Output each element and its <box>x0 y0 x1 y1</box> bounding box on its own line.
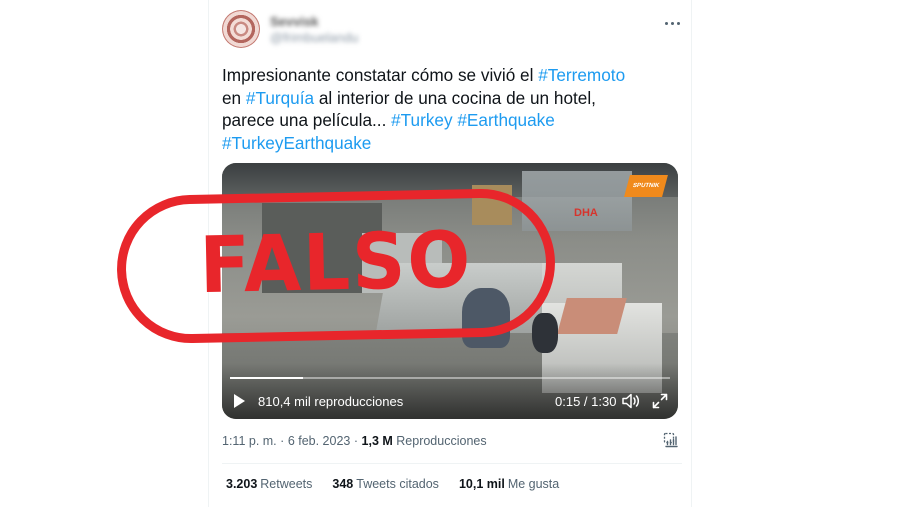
retweets-count: 3.203 <box>226 477 258 491</box>
tweet-views-label: Reproducciones <box>396 434 487 448</box>
user-display-name[interactable]: Sevvisk <box>270 14 318 29</box>
fullscreen-icon[interactable] <box>652 393 668 409</box>
analytics-icon[interactable] <box>663 432 679 448</box>
quote-tweets-stat[interactable]: 348 Tweets citados <box>332 477 439 491</box>
video-views: 810,4 mil reproducciones <box>258 394 404 409</box>
meta-separator: · <box>280 434 285 448</box>
tweet-text-segment: en <box>222 87 246 108</box>
video-time: 0:15 / 1:30 <box>555 394 617 409</box>
avatar[interactable] <box>222 10 260 48</box>
play-icon[interactable] <box>234 394 245 408</box>
tweet-text: Impresionante constatar cómo se vivió el… <box>222 64 682 154</box>
video-frame-person <box>532 313 558 353</box>
tweet-text-segment: parece una película... <box>222 110 392 130</box>
tweet-date[interactable]: 6 feb. 2023 <box>288 434 351 448</box>
retweets-stat[interactable]: 3.203 Retweets <box>226 477 312 491</box>
hashtag-link[interactable]: #Turkey <box>391 110 452 130</box>
retweets-label: Retweets <box>260 477 313 491</box>
tweet-stats: 3.203 Retweets 348 Tweets citados 10,1 mil… <box>226 477 579 491</box>
falso-stamp-label: FALSO <box>198 215 474 311</box>
video-progress-bar[interactable] <box>230 377 670 379</box>
likes-stat[interactable]: 10,1 mil Me gusta <box>459 477 559 491</box>
tweet-time[interactable]: 1:11 p. m. <box>222 434 277 448</box>
dha-watermark: DHA <box>574 207 598 219</box>
tweet-meta: 1:11 p. m. · 6 feb. 2023 · 1,3 M Reprodu… <box>222 434 487 448</box>
user-handle[interactable]: @frimbuelandu <box>270 30 358 45</box>
meta-separator: · <box>353 434 359 448</box>
divider <box>222 463 682 464</box>
hashtag-link[interactable]: #Terremoto <box>538 65 625 85</box>
video-frame-tray <box>557 298 627 334</box>
video-controls-gradient <box>222 363 678 419</box>
likes-count: 10,1 mil <box>458 477 505 491</box>
tweet-views-count: 1,3 M <box>361 434 393 448</box>
volume-icon[interactable] <box>622 393 640 409</box>
likes-label: Me gusta <box>507 477 560 491</box>
hashtag-link[interactable]: #TurkeyEarthquake <box>222 133 371 153</box>
more-options-icon[interactable] <box>660 14 684 32</box>
video-progress-fill <box>230 377 304 379</box>
tweet-text-segment: al interior de una cocina de un hotel, <box>314 87 596 108</box>
hashtag-link[interactable]: #Earthquake <box>457 110 554 130</box>
sputnik-watermark: SPUTNIK <box>624 175 668 197</box>
quote-tweets-label: Tweets citados <box>356 477 439 491</box>
tweet-text-segment: Impresionante constatar cómo se vivió el <box>222 65 539 85</box>
falso-stamp: FALSO <box>115 187 557 345</box>
hashtag-link[interactable]: #Turquía <box>246 88 314 108</box>
quote-tweets-count: 348 <box>332 477 354 491</box>
